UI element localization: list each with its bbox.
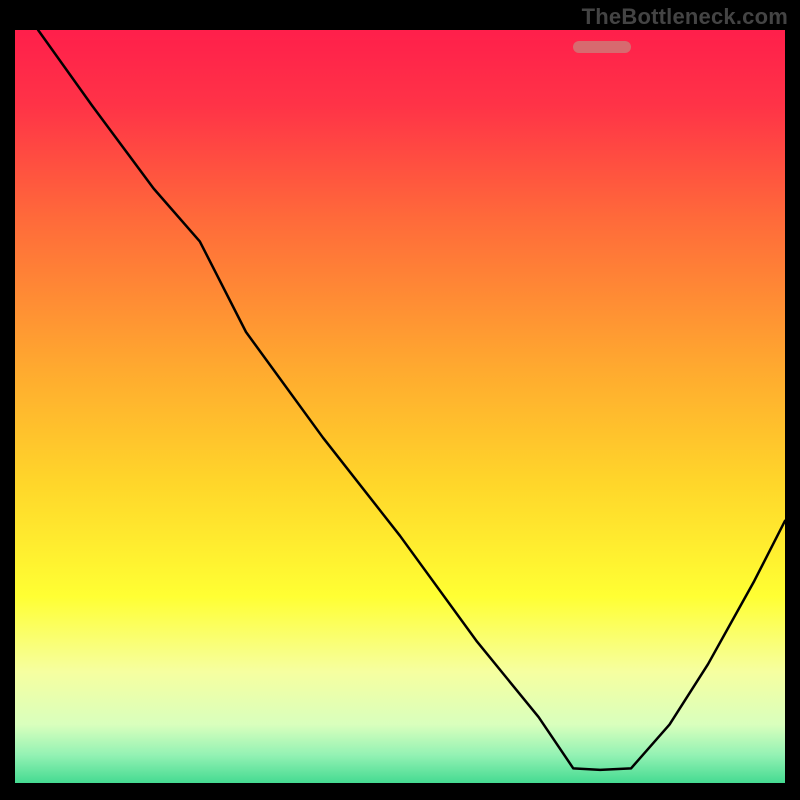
chart-frame: TheBottleneck.com	[0, 0, 800, 800]
gradient-background	[15, 30, 785, 785]
watermark-text: TheBottleneck.com	[582, 4, 788, 30]
optimal-range-marker	[573, 41, 631, 53]
plot-area	[15, 30, 785, 785]
chart-svg	[15, 30, 785, 785]
